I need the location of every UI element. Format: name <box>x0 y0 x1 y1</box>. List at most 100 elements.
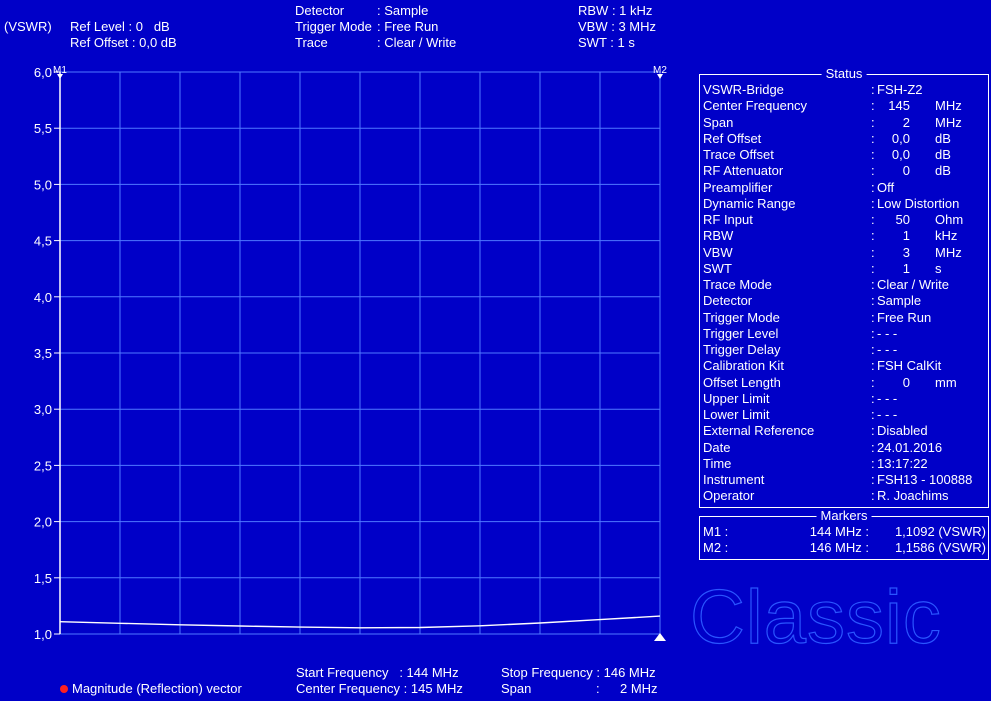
marker-m1-value: 1,1092 (VSWR) <box>894 524 986 539</box>
status-row-key: RF Attenuator <box>703 163 784 179</box>
status-row: Date:24.01.2016 <box>703 440 973 456</box>
status-row-value: Disabled <box>877 423 928 439</box>
status-row-value: - - - <box>877 325 898 341</box>
status-row-key: Operator <box>703 488 755 504</box>
marker-m1-top-icon <box>57 74 63 79</box>
detector-value: : Sample <box>377 3 429 18</box>
status-row-value: 24.01.2016 <box>877 439 943 455</box>
status-row: Upper Limit: - - - <box>703 391 973 407</box>
status-row-colon: : <box>871 130 875 146</box>
span-value: 2 MHz <box>620 681 658 696</box>
status-row: RF Input: 50 Ohm <box>703 212 973 228</box>
status-row-key: Trace Offset <box>703 147 774 162</box>
status-row-key: RF Input <box>703 212 753 227</box>
status-row-colon: : <box>871 342 875 357</box>
center-frequency: Center Frequency : 145 MHz <box>296 681 463 696</box>
marker-m2-value: 1,1586 (VSWR) <box>894 540 986 555</box>
status-row-number: 0,0 <box>891 130 910 146</box>
status-row: Center Frequency:145 MHz <box>703 98 973 114</box>
marker-m1-freq: 144 MHz : <box>809 524 869 539</box>
status-row-value: FSH13 - 100888 <box>877 472 973 487</box>
status-row-number: 2 <box>902 114 910 130</box>
status-row-colon: : <box>871 390 875 406</box>
y-tick-label: 5,5 <box>34 121 52 136</box>
y-tick-label: 3,0 <box>34 402 52 417</box>
classic-watermark: Classic <box>689 575 942 660</box>
y-tick-label: 6,0 <box>34 65 52 80</box>
status-row-unit: MHz <box>935 244 962 260</box>
status-row-colon: : <box>871 277 875 292</box>
status-row-key: Trigger Delay <box>703 342 781 357</box>
status-row-key: VBW <box>703 244 733 260</box>
status-panel: Status VSWR-Bridge: FSH-Z2 Center Frequenc… <box>699 66 989 508</box>
status-row: Ref Offset:0,0 dB <box>703 131 973 147</box>
status-row: Trigger Delay: - - - <box>703 342 973 358</box>
status-row-colon: : <box>871 374 875 390</box>
status-row-key: Ref Offset <box>703 130 762 146</box>
stop-frequency: Stop Frequency : 146 MHz <box>501 665 656 680</box>
status-row-key: Calibration Kit <box>703 358 784 374</box>
status-row-value: - - - <box>877 407 898 422</box>
status-row-value: - - - <box>877 390 898 406</box>
status-row-colon: : <box>871 407 875 422</box>
status-row-key: Offset Length <box>703 374 781 390</box>
status-row-key: Trace Mode <box>703 277 772 292</box>
status-row-value: R. Joachims <box>877 488 949 504</box>
status-row: RF Attenuator: 0 dB <box>703 163 973 179</box>
status-row-value: - - - <box>877 342 898 357</box>
status-row: Detector: Sample <box>703 293 973 309</box>
status-row: Trace Offset: 0,0 dB <box>703 147 973 163</box>
status-row-key: Instrument <box>703 472 765 487</box>
status-row-colon: : <box>871 309 875 325</box>
status-row: SWT: 1 s <box>703 261 973 277</box>
chart-grid <box>59 71 661 635</box>
status-row: VBW: 3 MHz <box>703 245 973 261</box>
trigger-mode-value: : Free Run <box>377 19 439 34</box>
status-row: Preamplifier: Off <box>703 180 973 196</box>
span-colon: : <box>596 681 600 696</box>
status-row: Dynamic Range: Low Distortion <box>703 196 973 212</box>
status-row-colon: : <box>871 147 875 162</box>
y-tick-label: 1,5 <box>34 571 52 586</box>
status-row-colon: : <box>871 358 875 374</box>
status-row-number: 0 <box>902 163 910 179</box>
status-row-value: FSH-Z2 <box>877 82 923 97</box>
status-row-key: Time <box>703 455 732 471</box>
status-row-number: 145 <box>888 98 910 114</box>
y-tick-label: 3,5 <box>34 346 52 361</box>
trace-legend-label: Magnitude (Reflection) vector <box>72 681 242 696</box>
status-row-value: Low Distortion <box>877 195 960 211</box>
status-row-number: 0 <box>902 374 910 390</box>
status-row-key: Lower Limit <box>703 407 770 422</box>
status-row-value: Free Run <box>877 309 932 325</box>
status-row-colon: : <box>871 114 875 130</box>
status-row-unit: dB <box>935 163 951 179</box>
status-row-colon: : <box>871 260 875 276</box>
status-row-key: VSWR-Bridge <box>703 82 784 97</box>
trace-label: Trace <box>295 35 328 50</box>
trace-legend-dot-icon <box>60 685 68 693</box>
status-row-key: Dynamic Range <box>703 195 796 211</box>
status-row-value: Sample <box>877 293 922 309</box>
span-label: Span <box>501 681 532 696</box>
swt-setting: SWT : 1 s <box>578 35 635 50</box>
y-tick-label: 2,0 <box>34 515 52 530</box>
status-row-number: 1 <box>902 228 910 244</box>
y-tick-label: 4,5 <box>34 234 52 249</box>
status-row-colon: : <box>871 163 875 179</box>
status-row-unit: dB <box>935 147 951 162</box>
marker-m1-label: M1 : <box>703 524 729 539</box>
status-row-value: 13:17:22 <box>877 455 928 471</box>
trace-value: : Clear / Write <box>377 35 457 50</box>
status-row: External Reference: Disabled <box>703 423 973 439</box>
status-row-unit: dB <box>935 130 951 146</box>
status-row-colon: : <box>871 98 875 114</box>
markers-title: Markers <box>816 508 872 524</box>
status-row-number: 3 <box>902 244 910 260</box>
status-row-key: External Reference <box>703 423 815 439</box>
status-row-key: Detector <box>703 293 753 309</box>
status-row-colon: : <box>871 212 875 227</box>
status-row-colon: : <box>871 472 875 487</box>
status-row: Span: 2 MHz <box>703 115 973 131</box>
y-tick-label: 1,0 <box>34 627 52 642</box>
